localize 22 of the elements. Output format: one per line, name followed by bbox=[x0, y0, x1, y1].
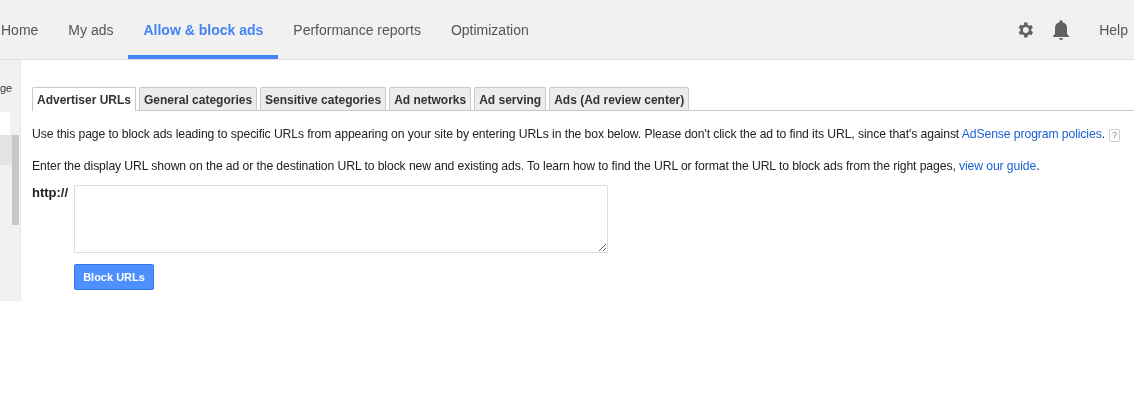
sidebar-item[interactable] bbox=[0, 112, 10, 135]
policies-link[interactable]: AdSense program policies bbox=[961, 127, 1102, 141]
help-link[interactable]: Help bbox=[1099, 21, 1128, 38]
sidebar-item[interactable] bbox=[0, 135, 12, 165]
nav-tab[interactable]: Optimization bbox=[435, 0, 544, 59]
tab[interactable]: Ad serving bbox=[474, 87, 547, 110]
help-mark[interactable]: ? bbox=[1108, 129, 1120, 142]
url-input-field[interactable] bbox=[74, 185, 608, 253]
tab[interactable]: Ad networks bbox=[389, 87, 472, 110]
nav-tab[interactable]: My ads bbox=[53, 0, 129, 59]
guide-text: Enter the display URL shown on the ad or the destination URL to block new and existing ads. To learn how to find the URL or format the URL to block ads from the right pages, view our guide. bbox=[32, 158, 1041, 175]
intro-text: Use this page to block ads leading to specific URLs from appearing on your site by entering URLs in the box below. Please don't click the ad to find its URL, since that's against AdSense program policies. ? bbox=[32, 125, 1134, 143]
tab[interactable]: Ads (Ad review center) bbox=[549, 87, 690, 110]
notification-bell-icon[interactable] bbox=[1051, 18, 1072, 41]
tab[interactable]: Advertiser URLs bbox=[32, 87, 137, 111]
tab[interactable]: Sensitive categories bbox=[260, 87, 387, 110]
nav-tab[interactable]: Home bbox=[0, 0, 54, 59]
sidebar-label[interactable]: ge bbox=[0, 82, 13, 94]
scrollbar-thumb[interactable] bbox=[12, 135, 19, 225]
url-prefix: http:// bbox=[32, 185, 66, 202]
tab[interactable]: General categories bbox=[139, 87, 258, 110]
nav-tab[interactable]: Performance reports bbox=[278, 0, 436, 59]
